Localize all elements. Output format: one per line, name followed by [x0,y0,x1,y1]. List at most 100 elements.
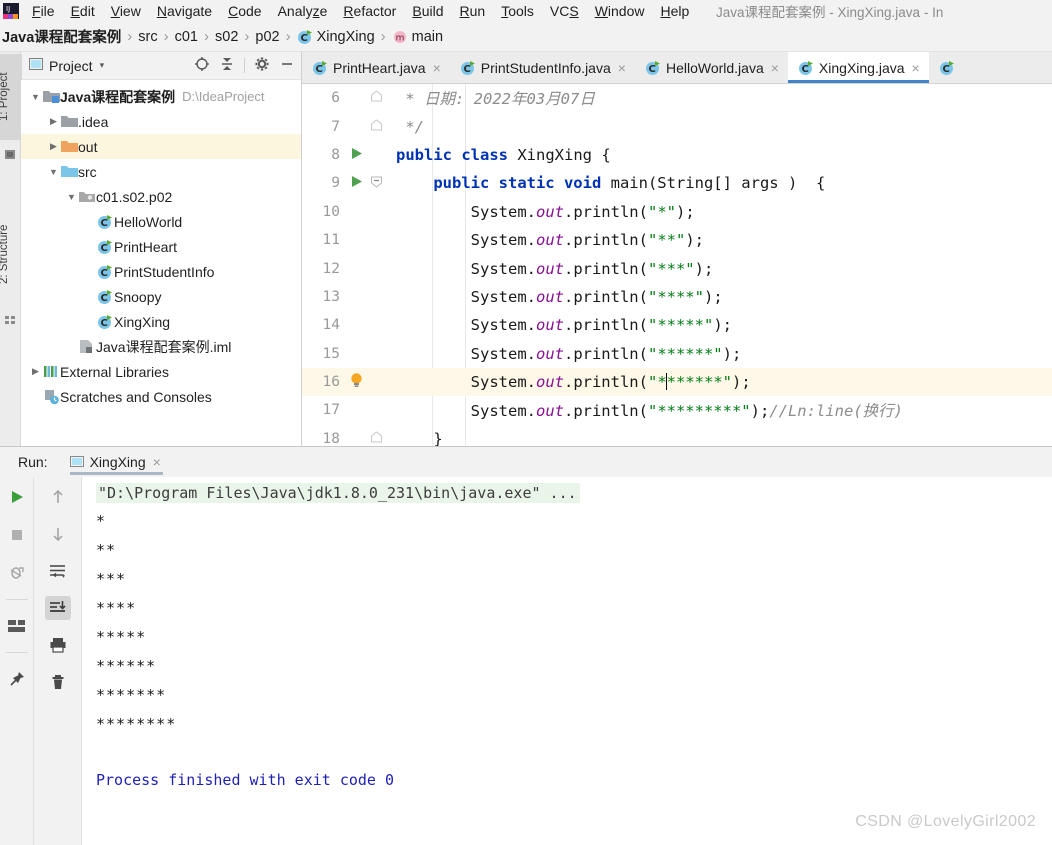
editor-tab-xingxing[interactable]: C XingXing.java × [787,52,929,83]
chevron-right-icon[interactable] [29,366,42,377]
close-icon[interactable]: × [433,61,441,75]
menu-item-vcs[interactable]: VCS [542,2,587,21]
menu-item-file[interactable]: File [24,2,63,21]
scroll-to-end-icon[interactable] [44,596,71,620]
code-line[interactable]: 14 System.out.println("*****"); [302,311,1052,339]
tree-node[interactable]: Scratches and Consoles [21,384,301,409]
fold-marker-icon[interactable] [366,175,386,191]
editor-tabs[interactable]: C PrintHeart.java × C PrintStudentInfo.java ×… [302,52,1052,84]
menu-item-refactor[interactable]: Refactor [335,2,404,21]
run-arrow-icon[interactable] [346,175,366,191]
collapse-all-icon[interactable] [219,56,235,75]
breadcrumb-item-src[interactable]: src [138,29,157,45]
tree-node[interactable]: out [21,134,301,159]
code-line[interactable]: 10 System.out.println("*"); [302,198,1052,226]
menu-item-build[interactable]: Build [404,2,451,21]
run-tab-xingxing[interactable]: XingXing × [66,447,167,477]
tree-node[interactable]: C PrintHeart [21,234,301,259]
bulb-icon[interactable] [346,372,366,392]
menu-item-tools[interactable]: Tools [493,2,542,21]
chevron-down-icon[interactable]: ▾ [100,60,105,71]
tree-node[interactable]: External Libraries [21,359,301,384]
code-line[interactable]: 8 public class XingXing { [302,141,1052,169]
chevron-right-icon[interactable] [47,116,60,127]
code-text: System.out.println("***"); [386,259,714,278]
tree-node[interactable]: Java课程配套案例 D:\IdeaProject [21,84,301,109]
editor-tab-printheart[interactable]: C PrintHeart.java × [302,52,450,83]
line-number: 15 [322,345,340,362]
breadcrumb-item-main[interactable]: m main [392,29,443,45]
project-tool-window: Project ▾ ▼ Java课程配套案例 D:\IdeaProject ▶ … [21,52,302,446]
menu-item-run[interactable]: Run [452,2,494,21]
minimize-icon[interactable] [279,56,295,75]
menu-item-help[interactable]: Help [653,2,698,21]
code-line[interactable]: 7 */ [302,112,1052,140]
fold-marker-icon[interactable] [366,431,386,446]
arrow-up-icon[interactable] [45,485,71,509]
soft-wrap-icon[interactable] [45,559,71,583]
menu-item-navigate[interactable]: Navigate [149,2,220,21]
code-token: ); [694,259,714,278]
breadcrumb-item-p02[interactable]: p02 [255,29,279,45]
code-line[interactable]: 13 System.out.println("****"); [302,283,1052,311]
editor-tab-helloworld[interactable]: C HelloWorld.java × [634,52,788,83]
tree-node[interactable]: C Snoopy [21,284,301,309]
console-output[interactable]: "D:\Program Files\Java\jdk1.8.0_231\bin\… [82,477,1052,845]
breadcrumb-item-s02[interactable]: s02 [215,29,238,45]
fold-marker-icon[interactable] [366,90,386,106]
stripe-label-structure: 2: Structure [0,224,10,284]
console-command-line: "D:\Program Files\Java\jdk1.8.0_231\bin\… [96,483,580,503]
sidebar-item-structure[interactable]: 2: Structure [0,202,22,306]
rerun-icon[interactable] [4,485,30,509]
arrow-down-icon[interactable] [45,522,71,546]
print-icon[interactable] [45,633,71,657]
chevron-down-icon[interactable] [47,167,60,177]
tree-node[interactable]: C HelloWorld [21,209,301,234]
code-line[interactable]: 12 System.out.println("***"); [302,254,1052,282]
close-icon[interactable]: × [618,61,626,75]
tree-node[interactable]: src [21,159,301,184]
tree-node[interactable]: C XingXing [21,309,301,334]
tree-node[interactable]: C PrintStudentInfo [21,259,301,284]
fold-marker-icon[interactable] [366,118,386,135]
breadcrumb-item-c01[interactable]: c01 [175,29,198,45]
close-icon[interactable]: × [771,61,779,75]
editor-tab-printstudentinfo[interactable]: C PrintStudentInfo.java × [449,52,635,83]
run-panel-body: "D:\Program Files\Java\jdk1.8.0_231\bin\… [0,477,1052,845]
code-line[interactable]: 16 System.out.println("*******"); [302,367,1052,397]
close-icon[interactable]: × [153,454,161,470]
menu-item-edit[interactable]: Edit [63,2,103,21]
code-line[interactable]: 9 public static void main(String[] args … [302,169,1052,197]
run-arrow-icon[interactable] [346,147,366,163]
trash-icon[interactable] [45,670,71,694]
pin-icon[interactable] [4,667,30,691]
locate-icon[interactable] [194,56,210,75]
tree-node[interactable]: Java课程配套案例.iml [21,334,301,359]
gear-icon[interactable] [254,56,270,75]
project-tree[interactable]: Java课程配套案例 D:\IdeaProject .idea out src c01.s… [21,80,301,446]
editor-tab-overflow[interactable]: C [928,52,964,83]
tree-node[interactable]: c01.s02.p02 [21,184,301,209]
layout-icon[interactable] [4,614,30,638]
code-line[interactable]: 17 System.out.println("*********");//Ln:… [302,396,1052,424]
tree-node[interactable]: .idea [21,109,301,134]
breadcrumb-item-XingXing[interactable]: C XingXing [297,29,375,45]
code-editor[interactable]: 6 * 日期: 2022年03月07日 7 */8 public class Xin… [302,84,1052,446]
code-line[interactable]: 6 * 日期: 2022年03月07日 [302,84,1052,112]
chevron-down-icon[interactable] [65,192,78,202]
code-line[interactable]: 11 System.out.println("**"); [302,226,1052,254]
breadcrumb-item-Java课程配套案例[interactable]: Java课程配套案例 [2,26,121,47]
run-toolbar-right [34,477,82,845]
sidebar-item-project[interactable]: 1: Project [0,54,22,140]
chevron-right-icon[interactable] [47,141,60,152]
debug-rerun-icon[interactable] [4,561,30,585]
close-icon[interactable]: × [912,61,920,75]
code-line[interactable]: 15 System.out.println("******"); [302,340,1052,368]
menu-item-analyze[interactable]: Analyze [270,2,336,21]
menu-item-window[interactable]: Window [587,2,653,21]
chevron-down-icon[interactable] [29,92,42,102]
menu-item-view[interactable]: View [103,2,149,21]
stop-icon[interactable] [4,523,30,547]
code-line[interactable]: 18 } [302,425,1052,446]
menu-item-code[interactable]: Code [220,2,269,21]
